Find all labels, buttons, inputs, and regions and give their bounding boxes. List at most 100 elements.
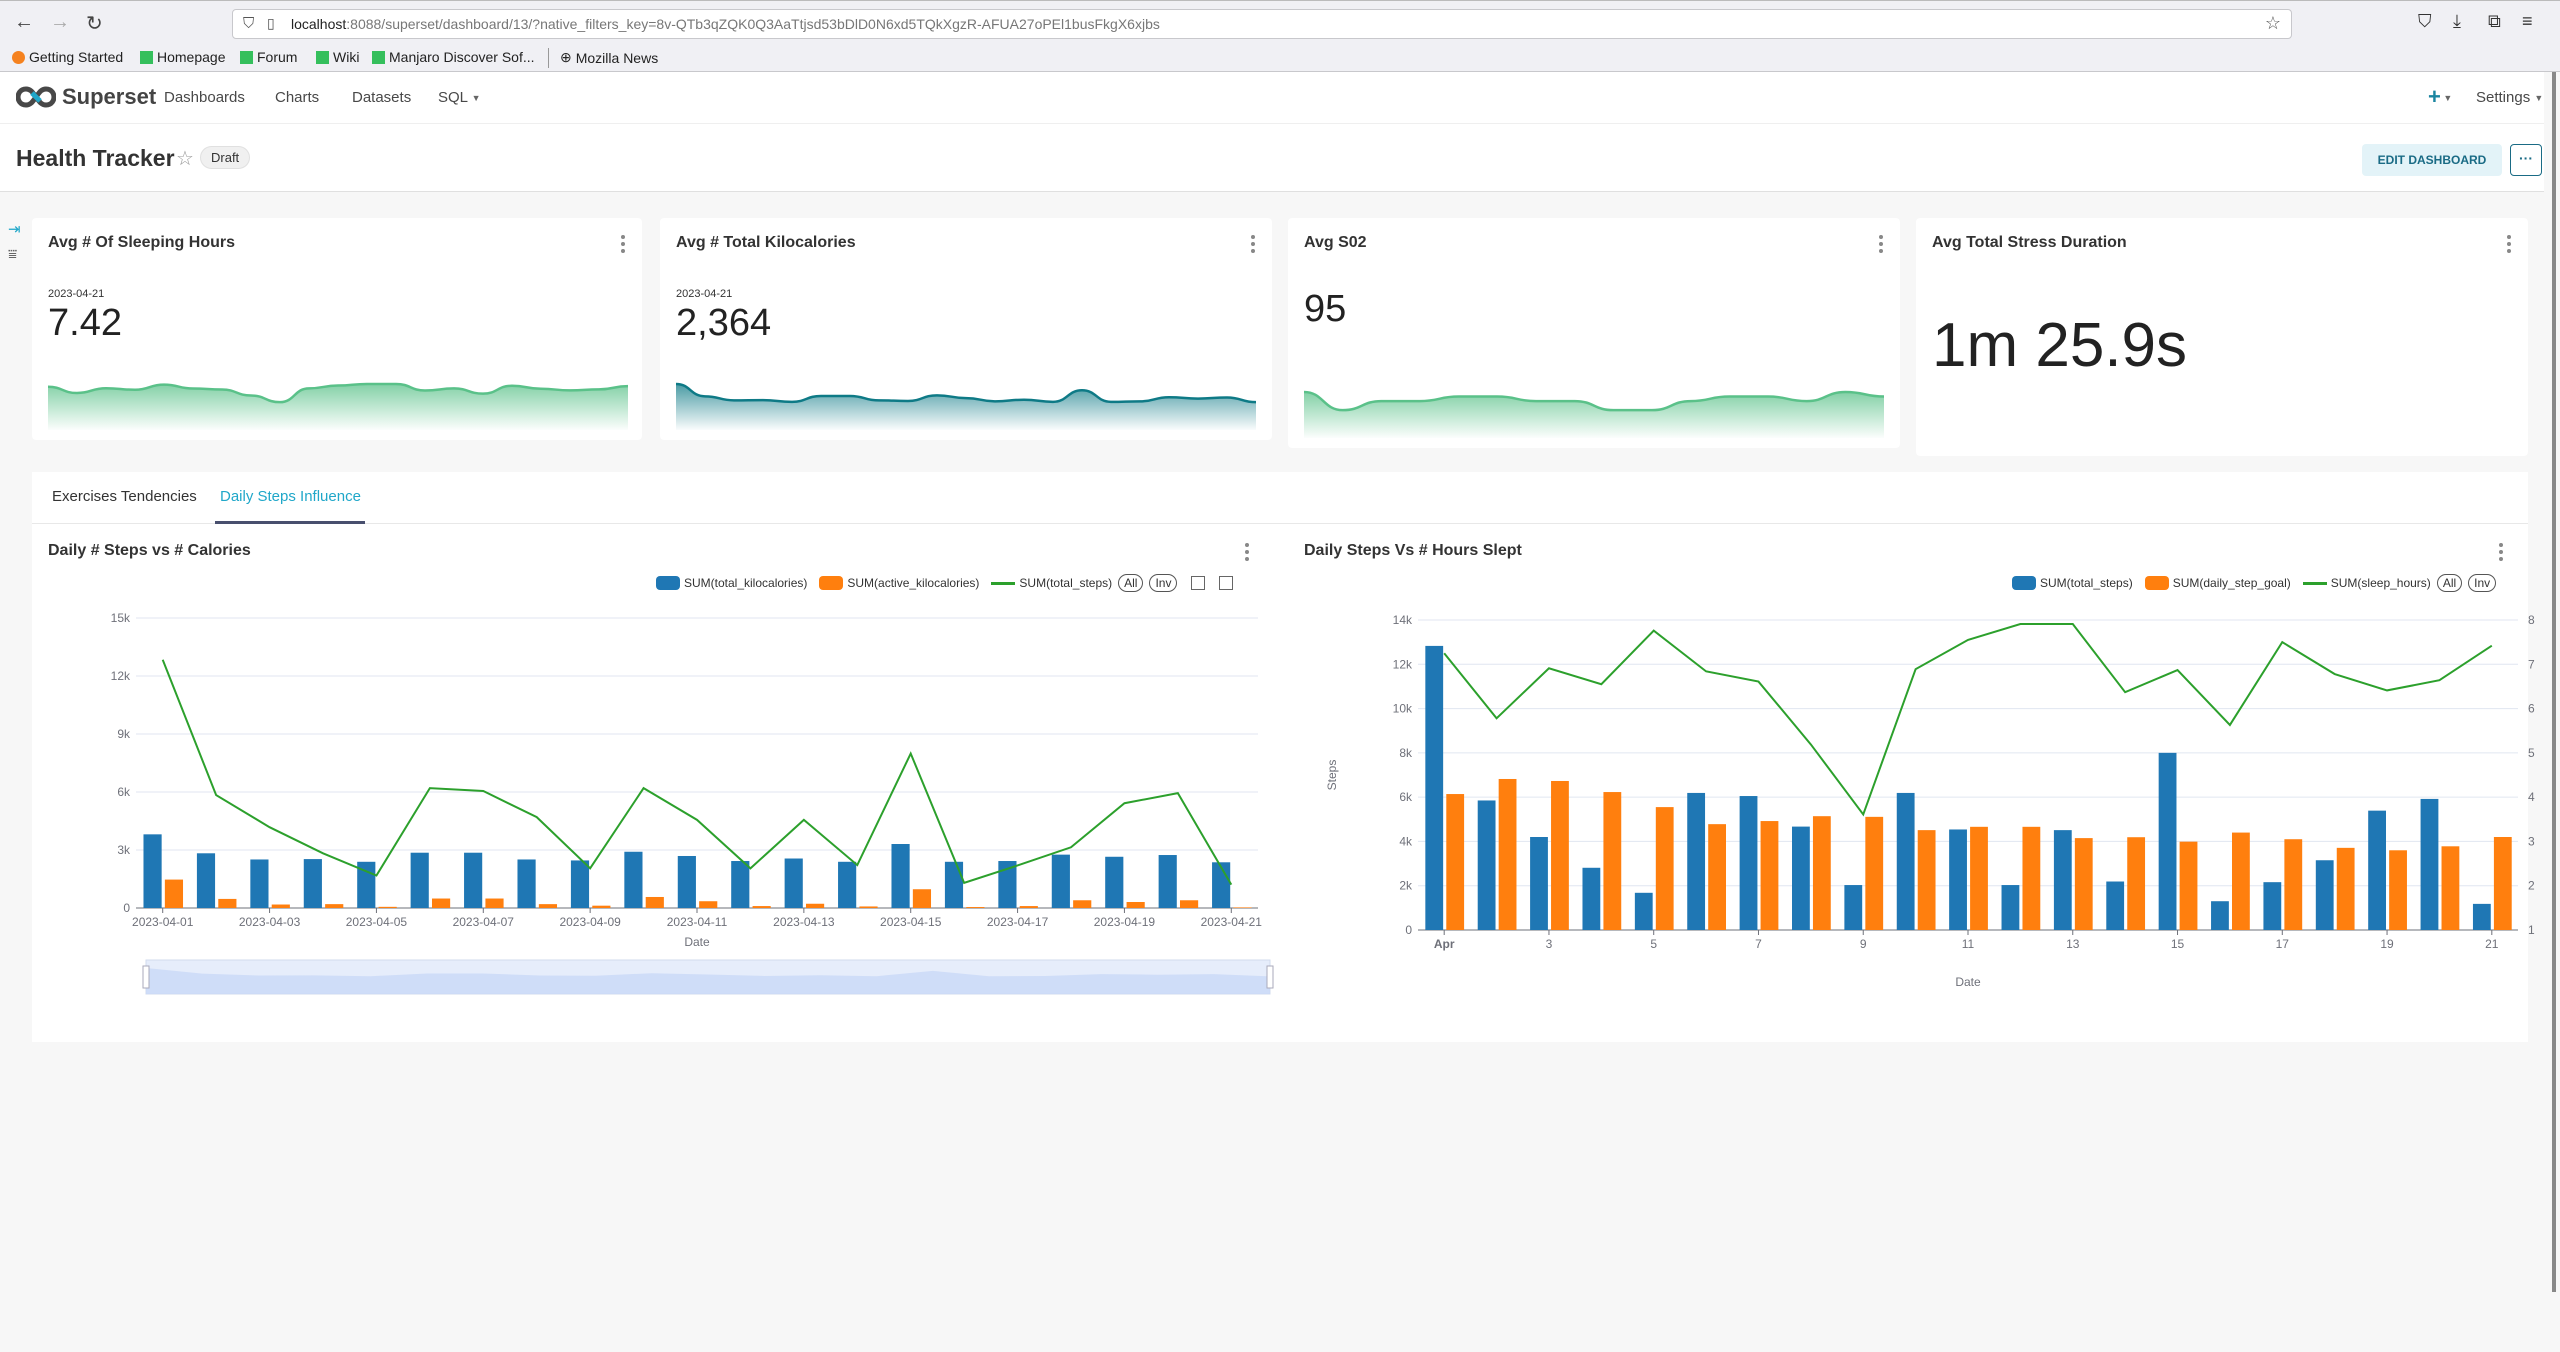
- zoom-select-icon[interactable]: [1191, 576, 1206, 590]
- bar: [1179, 900, 1199, 908]
- legend-swatch: [819, 576, 844, 590]
- address-bar[interactable]: ⛉ ▯ localhost:8088/superset/dashboard/13…: [232, 9, 2292, 39]
- bar: [2179, 841, 2198, 930]
- bar: [378, 906, 397, 908]
- x-tick-label: 17: [2276, 937, 2290, 951]
- legend-item[interactable]: SUM(total_steps): [2012, 576, 2133, 590]
- bookmark-homepage[interactable]: Homepage: [140, 49, 226, 65]
- menu-icon[interactable]: ≡: [2522, 11, 2533, 32]
- bookmark-manjaro-discover[interactable]: Manjaro Discover Sof...: [372, 49, 535, 65]
- bar: [2106, 881, 2125, 930]
- bar: [1126, 902, 1145, 908]
- chart-title: Daily Steps Vs # Hours Slept: [1304, 542, 1522, 559]
- bookmarks-bar: Getting Started Homepage Forum Wiki Manj…: [0, 44, 2560, 72]
- back-icon[interactable]: ←: [14, 11, 34, 34]
- more-options-button[interactable]: ···: [2510, 144, 2542, 176]
- nav-datasets[interactable]: Datasets: [352, 89, 411, 106]
- bookmark-wiki[interactable]: Wiki: [316, 49, 359, 65]
- page-icon: ▯: [267, 15, 275, 31]
- bar: [325, 904, 344, 908]
- steps-calories-chart[interactable]: 0 3k 6k 9k 12k 15k 2023-04-01 2023-04-03 2023-04…: [42, 600, 1282, 1040]
- reload-icon[interactable]: ↻: [86, 11, 103, 36]
- download-icon[interactable]: ⤓: [2453, 11, 2461, 32]
- bar: [966, 907, 985, 908]
- bar: [1019, 906, 1038, 908]
- kebab-menu-icon[interactable]: [620, 234, 626, 254]
- kpi-value: 7.42: [48, 302, 122, 344]
- bookmark-getting-started[interactable]: Getting Started: [12, 49, 123, 65]
- pocket-icon[interactable]: ⛉: [2418, 11, 2432, 32]
- bar: [2368, 810, 2386, 930]
- y2-tick-label: 4: [2528, 790, 2535, 804]
- forward-icon[interactable]: →: [50, 11, 70, 34]
- bookmark-mozilla-news[interactable]: ⊕ Mozilla News: [560, 49, 658, 66]
- settings-menu[interactable]: Settings ▼: [2476, 89, 2543, 106]
- status-badge[interactable]: Draft: [200, 146, 251, 169]
- tab-exercises-tendencies[interactable]: Exercises Tendencies: [52, 488, 197, 505]
- bar: [2053, 830, 2072, 930]
- brand-name: Superset: [62, 84, 157, 109]
- expand-filters-icon[interactable]: ⇥: [8, 220, 21, 238]
- kpi-date: 2023-04-21: [676, 288, 733, 300]
- bar: [410, 852, 429, 908]
- bar: [1687, 792, 1706, 930]
- y2-tick-label: 3: [2528, 834, 2535, 848]
- nav-charts[interactable]: Charts: [275, 89, 319, 106]
- url-text[interactable]: localhost:8088/superset/dashboard/13/?na…: [291, 16, 1160, 32]
- kebab-menu-icon[interactable]: [2506, 234, 2512, 254]
- legend-invert[interactable]: Inv: [1149, 574, 1178, 592]
- dashboard-title[interactable]: Health Tracker: [16, 145, 175, 172]
- nav-sql[interactable]: SQL ▼: [438, 89, 481, 106]
- x-tick-label: 2023-04-09: [559, 915, 621, 929]
- bar: [2493, 837, 2512, 930]
- kebab-menu-icon[interactable]: [1250, 234, 1256, 254]
- zoom-reset-icon[interactable]: [1219, 576, 1234, 590]
- legend-select-all[interactable]: All: [2436, 574, 2463, 592]
- bar: [1917, 830, 1936, 930]
- bar: [1949, 829, 1967, 930]
- tab-daily-steps-influence[interactable]: Daily Steps Influence: [220, 488, 361, 505]
- kpi-value: 2,364: [676, 302, 772, 344]
- bar: [1603, 792, 1622, 930]
- legend-item[interactable]: SUM(total_kilocalories): [656, 576, 807, 590]
- bar: [1233, 907, 1252, 908]
- edit-dashboard-button[interactable]: EDIT DASHBOARD: [2362, 144, 2502, 176]
- filter-icon[interactable]: ⩸: [8, 246, 17, 263]
- nav-dashboards[interactable]: Dashboards: [164, 89, 245, 106]
- card-title: Avg # Total Kilocalories: [676, 234, 856, 251]
- bar: [944, 861, 964, 908]
- kebab-menu-icon[interactable]: [1244, 542, 1250, 562]
- bar: [731, 861, 750, 908]
- legend-invert[interactable]: Inv: [2468, 574, 2497, 592]
- kebab-menu-icon[interactable]: [1878, 234, 1884, 254]
- kebab-menu-icon[interactable]: [2498, 542, 2504, 562]
- bookmark-star-icon[interactable]: ☆: [2265, 13, 2281, 34]
- bar: [2211, 901, 2229, 930]
- legend-select-all[interactable]: All: [1118, 574, 1144, 592]
- y-tick-label: 0: [123, 901, 130, 915]
- page-scrollbar[interactable]: [2552, 72, 2556, 1292]
- shield-icon: ⛉: [243, 15, 255, 32]
- legend-line: [2302, 581, 2327, 585]
- bar: [1051, 854, 1070, 908]
- new-item-button[interactable]: + ▼: [2428, 84, 2452, 110]
- y-tick-label: 4k: [1399, 834, 1413, 848]
- favorite-star-icon[interactable]: ☆: [176, 146, 194, 171]
- legend-item[interactable]: SUM(sleep_hours): [2302, 576, 2431, 590]
- extensions-icon[interactable]: ⧉: [2488, 11, 2501, 32]
- browser-toolbar: ← → ↻ ⛉ ▯ localhost:8088/superset/dashbo…: [0, 0, 2560, 44]
- legend-item[interactable]: SUM(daily_step_goal): [2144, 576, 2291, 590]
- manjaro-icon: [240, 50, 253, 64]
- bar: [592, 905, 611, 908]
- bar: [143, 834, 162, 908]
- legend-item[interactable]: SUM(total_steps): [991, 576, 1112, 590]
- superset-logo[interactable]: Superset: [16, 84, 156, 110]
- legend-swatch: [2144, 576, 2169, 590]
- bar: [196, 853, 216, 908]
- bar: [859, 906, 878, 908]
- bar: [2315, 860, 2334, 930]
- bookmark-forum[interactable]: Forum: [240, 49, 297, 65]
- steps-sleep-chart[interactable]: 0 2k 4k 6k 8k 10k 12k 14k 1 2 3 4 5 6 7 8 Steps Apr 3 5 7 9 11…: [1322, 608, 2552, 1028]
- legend-item[interactable]: SUM(active_kilocalories): [819, 576, 979, 590]
- y-tick-label: 6k: [1399, 790, 1413, 804]
